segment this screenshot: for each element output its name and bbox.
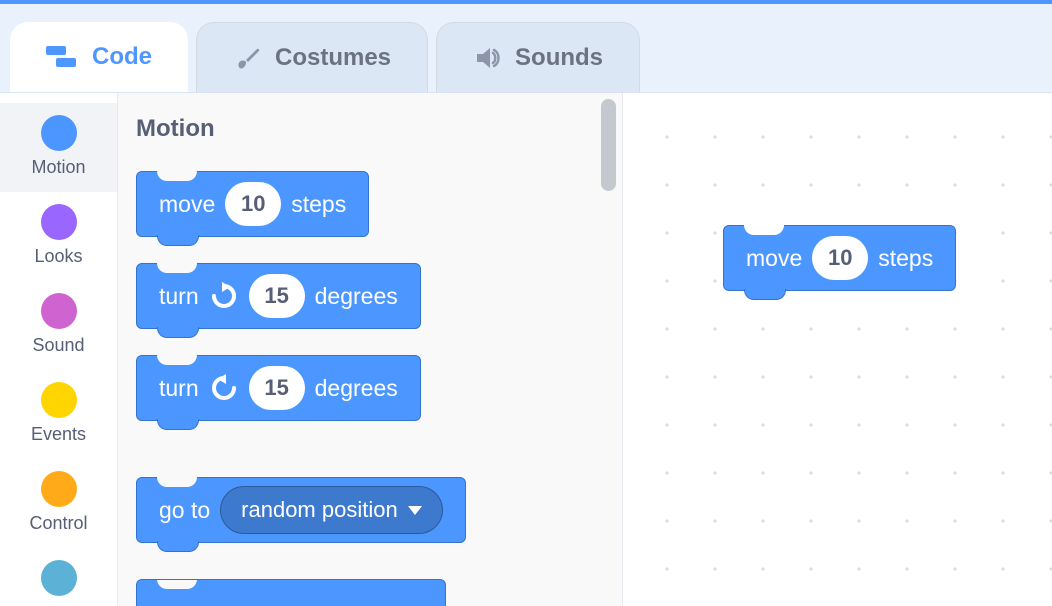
block-move-steps[interactable]: move 10 steps: [136, 171, 369, 237]
code-icon: [46, 44, 80, 70]
category-list: Motion Looks Sound Events Control: [0, 93, 118, 606]
block-text: steps: [878, 245, 933, 272]
block-text: move: [159, 191, 215, 218]
category-dot: [41, 471, 77, 507]
category-sound[interactable]: Sound: [0, 281, 117, 370]
chevron-down-icon: [408, 506, 422, 515]
category-label: Looks: [34, 246, 82, 267]
category-events[interactable]: Events: [0, 370, 117, 459]
block-text: degrees: [315, 283, 398, 310]
category-label: Control: [29, 513, 87, 534]
tab-label: Sounds: [515, 44, 603, 72]
block-turn-cw[interactable]: turn 15 degrees: [136, 263, 421, 329]
block-text: move: [746, 245, 802, 272]
rotate-cw-icon: [209, 281, 239, 311]
category-motion[interactable]: Motion: [0, 103, 117, 192]
tab-code[interactable]: Code: [10, 22, 188, 92]
category-sensing[interactable]: [0, 548, 117, 602]
palette-title: Motion: [136, 115, 604, 143]
category-label: Sound: [32, 335, 84, 356]
category-label: Events: [31, 424, 86, 445]
block-text: go to: [159, 497, 210, 524]
dropdown-label: random position: [241, 497, 398, 523]
category-dot: [41, 293, 77, 329]
block-number-input[interactable]: 10: [812, 236, 868, 280]
paintbrush-icon: [233, 43, 263, 73]
block-go-to[interactable]: go to random position: [136, 477, 466, 543]
block-text: turn: [159, 375, 199, 402]
category-looks[interactable]: Looks: [0, 192, 117, 281]
category-dot: [41, 382, 77, 418]
tab-label: Costumes: [275, 44, 391, 72]
block-dropdown[interactable]: random position: [220, 486, 443, 534]
block-number-input[interactable]: 15: [249, 366, 305, 410]
category-label: Motion: [31, 157, 85, 178]
tab-label: Code: [92, 43, 152, 71]
block-partial[interactable]: [136, 579, 446, 606]
block-palette: Motion move 10 steps turn 15 degrees tur…: [118, 93, 623, 606]
block-number-input[interactable]: 15: [249, 274, 305, 318]
block-text: steps: [291, 191, 346, 218]
speaker-icon: [473, 43, 503, 73]
palette-scrollbar[interactable]: [601, 99, 616, 191]
rotate-ccw-icon: [209, 373, 239, 403]
script-canvas[interactable]: move 10 steps: [623, 93, 1052, 606]
tab-costumes[interactable]: Costumes: [196, 22, 428, 92]
block-number-input[interactable]: 10: [225, 182, 281, 226]
main-area: Motion Looks Sound Events Control Motion…: [0, 92, 1052, 606]
block-turn-ccw[interactable]: turn 15 degrees: [136, 355, 421, 421]
tab-bar: Code Costumes Sounds: [0, 4, 1052, 92]
category-dot: [41, 560, 77, 596]
block-text: turn: [159, 283, 199, 310]
category-control[interactable]: Control: [0, 459, 117, 548]
category-dot: [41, 204, 77, 240]
tab-sounds[interactable]: Sounds: [436, 22, 640, 92]
canvas-block-move-steps[interactable]: move 10 steps: [723, 225, 956, 291]
block-text: degrees: [315, 375, 398, 402]
category-dot: [41, 115, 77, 151]
